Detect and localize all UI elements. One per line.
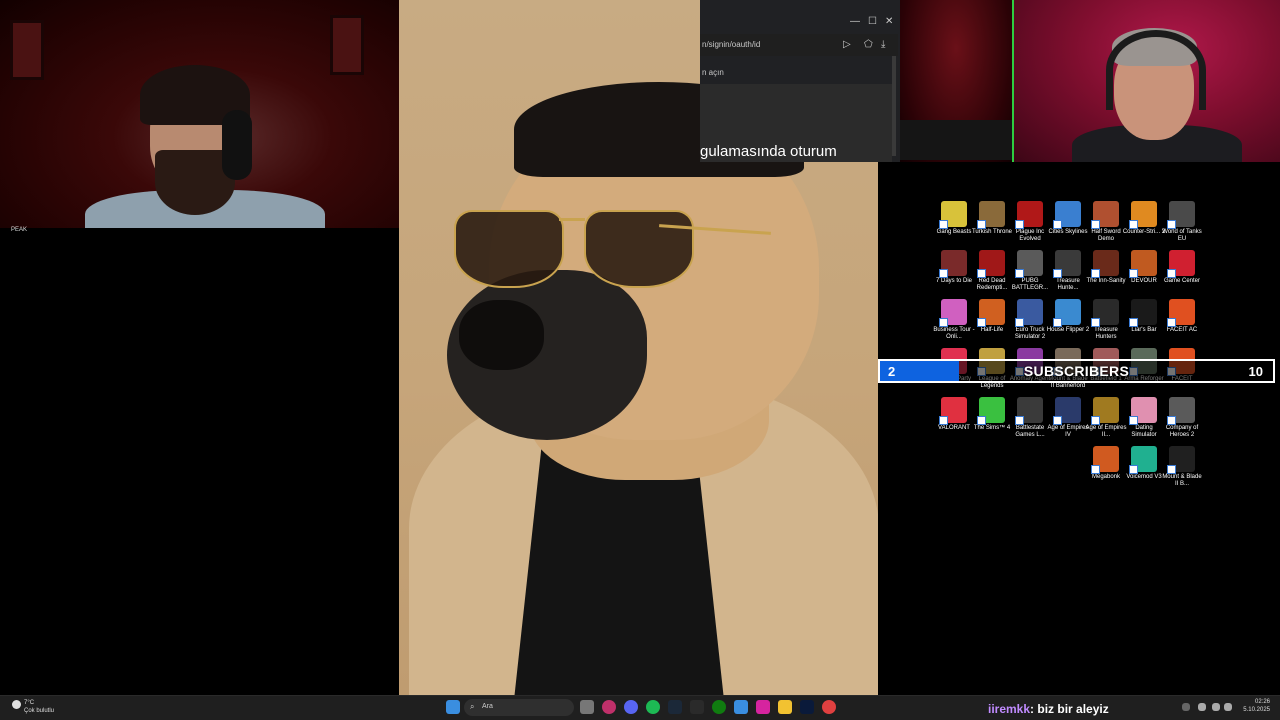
desktop-icon[interactable]: Game Center: [1160, 250, 1204, 285]
app-icon: [1053, 250, 1081, 278]
desktop: Gang Beasts Turkish Throne Plague Inc Evol…: [878, 162, 1280, 695]
app-icon: [1015, 201, 1043, 229]
system-clock[interactable]: 02:26 5.10.2025: [1236, 698, 1270, 714]
app-icon: [977, 299, 1005, 327]
app-icon: [1091, 299, 1119, 327]
app-icon: [1015, 397, 1043, 425]
app-icon: [1091, 397, 1119, 425]
desktop-icon[interactable]: Mount & Blade II B...: [1160, 446, 1204, 488]
app-icon: [1053, 397, 1081, 425]
app-icon: [1129, 201, 1157, 229]
cloud-icon: [12, 700, 21, 709]
minimize-button[interactable]: —: [850, 16, 860, 27]
app-icon: [939, 397, 967, 425]
goal-label: SUBSCRIBERS: [1023, 363, 1130, 379]
sunglasses-lens-right: [584, 210, 694, 288]
maximize-button[interactable]: ☐: [868, 16, 877, 27]
app-icon: [939, 250, 967, 278]
desktop-icon-label: Mount & Blade II B...: [1162, 474, 1202, 487]
sunglasses-bridge: [559, 218, 585, 221]
desktop-icon[interactable]: FACEIT AC: [1160, 299, 1204, 334]
subscriber-goal-bar: 2 SUBSCRIBERS 10: [878, 359, 1275, 383]
app-icon: [1053, 299, 1081, 327]
weather-temp: 7°C: [24, 700, 35, 706]
sunglasses-lens-left: [454, 210, 564, 288]
play-icon[interactable]: ▷: [843, 39, 851, 50]
app-icon: [1167, 397, 1195, 425]
volume-icon[interactable]: [1224, 703, 1232, 711]
weather-desc: Çok bulutlu: [24, 708, 55, 714]
clock-time: 02:26: [1254, 699, 1270, 705]
desktop-icon[interactable]: World of Tanks EU: [1160, 201, 1204, 243]
app-icon[interactable]: [602, 700, 616, 714]
app-icon: [939, 201, 967, 229]
wall-frame: [330, 15, 364, 75]
desktop-icon-label: Company of Heroes 2: [1165, 425, 1199, 438]
app-icon: [1129, 397, 1157, 425]
app-icon: [977, 250, 1005, 278]
chat-overlay: iiremkk: biz bir aleyiz: [988, 702, 1109, 716]
room-background: [900, 0, 1012, 162]
windows-start-icon[interactable]: [446, 700, 460, 714]
clock-date: 5.10.2025: [1243, 707, 1270, 713]
edge-icon[interactable]: [734, 700, 748, 714]
file-explorer-icon[interactable]: [778, 700, 792, 714]
goal-target: 10: [1248, 364, 1263, 379]
app-icon: [1167, 446, 1195, 474]
xbox-icon[interactable]: [712, 700, 726, 714]
app-icon: [1167, 299, 1195, 327]
address-url[interactable]: n/signin/oauth/id: [702, 40, 760, 49]
chat-username: iiremkk: [988, 702, 1031, 716]
network-icon[interactable]: [1212, 703, 1220, 711]
chrome-icon[interactable]: [822, 700, 836, 714]
microphone-icon[interactable]: [1198, 703, 1206, 711]
app-icon: [939, 299, 967, 327]
spotify-icon[interactable]: [646, 700, 660, 714]
instagram-icon[interactable]: [756, 700, 770, 714]
headphones: [1106, 30, 1206, 110]
app-icon: [1091, 201, 1119, 229]
browser-window[interactable]: — ☐ ✕ n/signin/oauth/id ▷ ⬠ ⤓ n açın gul…: [700, 0, 900, 162]
app-icon: [1015, 250, 1043, 278]
chat-message: : biz bir aleyiz: [1030, 702, 1109, 716]
webcam-feed-left: [0, 0, 405, 228]
signin-heading: gulamasında oturum: [700, 143, 837, 160]
app-icon: [1167, 201, 1195, 229]
desktop-icon-label: FACEIT AC: [1166, 327, 1198, 333]
app-icon: [1091, 250, 1119, 278]
webcam-feed-right: [1012, 0, 1280, 162]
synthesizer: [900, 120, 1012, 160]
steam-icon[interactable]: [668, 700, 682, 714]
wall-frame: [10, 20, 44, 80]
desktop-icon-label: World of Tanks EU: [1162, 229, 1202, 242]
app-icon: [1129, 446, 1157, 474]
app-icon: [977, 397, 1005, 425]
app-icon: [977, 201, 1005, 229]
epic-games-icon[interactable]: [690, 700, 704, 714]
headphones: [222, 110, 252, 180]
close-button[interactable]: ✕: [885, 16, 893, 27]
app-icon: [1053, 201, 1081, 229]
search-icon: ⌕: [470, 702, 475, 711]
scrollbar[interactable]: [892, 56, 896, 156]
discord-icon[interactable]: [624, 700, 638, 714]
desktop-icon[interactable]: Company of Heroes 2: [1160, 397, 1204, 439]
desktop-icon-label: Game Center: [1163, 278, 1200, 284]
nose: [459, 300, 544, 370]
app-icon: [1167, 250, 1195, 278]
download-icon[interactable]: ⤓: [881, 39, 885, 50]
search-placeholder: Ara: [482, 703, 493, 710]
task-view-icon[interactable]: [580, 700, 594, 714]
app-icon: [1091, 446, 1119, 474]
app-icon: [1129, 299, 1157, 327]
webcam-label: PEAK: [11, 227, 28, 233]
photoshop-icon[interactable]: [800, 700, 814, 714]
open-in-app-text[interactable]: n açın: [702, 68, 724, 77]
taskbar-search[interactable]: ⌕ Ara: [464, 699, 574, 716]
app-icon: [1129, 250, 1157, 278]
app-icon: [1015, 299, 1043, 327]
extension-icon[interactable]: ⬠: [864, 39, 873, 50]
tray-chevron-icon[interactable]: [1182, 703, 1190, 711]
